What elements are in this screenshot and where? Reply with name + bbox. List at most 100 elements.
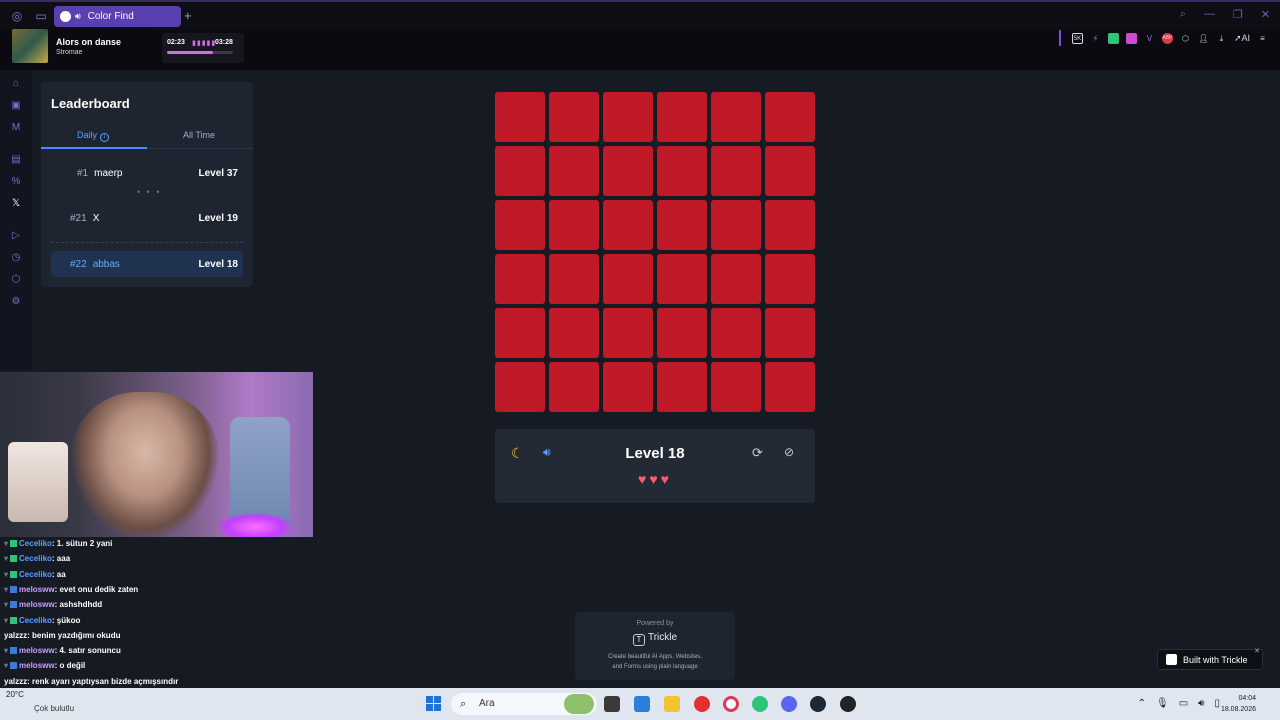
clock[interactable]: 04:04 18.08.2026 [1221,693,1256,715]
ai-button[interactable]: ➚AI [1234,33,1250,44]
tab-all-time[interactable]: All Time [183,130,215,140]
grid-cell[interactable] [603,308,653,358]
grid-cell[interactable] [657,308,707,358]
extension-icon[interactable] [1107,32,1119,44]
x-twitter-icon[interactable]: 𝕏 [10,198,22,210]
widget-icon[interactable] [564,694,594,714]
volume-icon[interactable]: 🔊︎ [1198,698,1204,709]
grid-cell[interactable] [549,200,599,250]
refresh-icon[interactable]: ⟳ [752,445,763,461]
grid-cell[interactable] [657,146,707,196]
grid-cell[interactable] [765,146,815,196]
whatsapp-icon[interactable] [752,696,768,712]
profile-icon[interactable]: 👤︎ [1198,33,1209,44]
close-icon[interactable]: ✕ [1254,647,1260,655]
grid-cell[interactable] [657,92,707,142]
weather-temp[interactable]: 20°C [6,690,24,699]
grid-cell[interactable] [549,146,599,196]
messenger-icon[interactable]: M [10,122,22,134]
rank: #22 [70,258,87,270]
media-progress[interactable]: 02:23 ▮▮▮▮▮ 03:28 [162,33,244,63]
eye-off-icon[interactable]: ⊘ [784,445,794,459]
monitor-icon[interactable]: ▭ [1179,698,1188,709]
grid-cell[interactable] [765,362,815,412]
chevron-up-icon[interactable]: ⌃ [1138,698,1146,709]
grid-cell[interactable] [495,200,545,250]
grid-cell[interactable] [711,308,761,358]
grid-cell[interactable] [549,92,599,142]
media-progress-track[interactable] [167,51,233,54]
file-explorer-icon[interactable] [664,696,680,712]
grid-cell[interactable] [603,254,653,304]
grid-cell[interactable] [657,200,707,250]
chat-username: Ceceliko [19,569,52,579]
menu-icon[interactable]: ≡ [1257,33,1268,44]
built-with-trickle-badge[interactable]: Built with Trickle ✕ [1157,647,1263,670]
info-icon[interactable]: i [100,133,110,142]
grid-cell[interactable] [765,92,815,142]
grid-cell[interactable] [495,254,545,304]
chat-text: : o değil [54,661,86,671]
grid-cell[interactable] [549,308,599,358]
settings-icon[interactable]: ⚙ [10,296,22,308]
opera-gx-logo-icon[interactable]: ◎ [9,8,25,24]
grid-cell[interactable] [765,200,815,250]
youtube-icon[interactable] [694,696,710,712]
minimize-icon[interactable]: — [1204,8,1215,21]
shopping-icon[interactable]: ⌂ [10,78,22,90]
gallery-icon[interactable]: ▣ [10,100,22,112]
grid-cell[interactable] [657,254,707,304]
extension-icon[interactable]: V [1144,33,1155,44]
grid-cell[interactable] [495,362,545,412]
grid-cell[interactable] [549,362,599,412]
grid-cell[interactable] [603,92,653,142]
grid-cell[interactable] [657,362,707,412]
history-icon[interactable]: ◷ [10,252,22,264]
adblock-icon[interactable]: ABP [1161,32,1173,44]
speaker-icon[interactable]: 🔊︎ [75,11,81,22]
extension-icon[interactable]: ⚡︎ [1090,33,1101,44]
opera-icon[interactable] [723,696,739,712]
close-icon[interactable]: ✕ [1261,8,1270,21]
grid-cell[interactable] [495,146,545,196]
discord-icon[interactable] [781,696,797,712]
grid-cell[interactable] [711,92,761,142]
powered-by-card[interactable]: Powered by T Trickle Create beautiful AI … [575,612,735,680]
chat-badge-icon [10,585,18,593]
download-icon[interactable]: ⤓ [1216,33,1227,44]
extensions-side-icon[interactable]: ⬡ [10,274,22,286]
media-player[interactable]: Alors on danse Stromae [12,28,152,64]
grid-cell[interactable] [711,254,761,304]
grid-cell[interactable] [495,308,545,358]
grid-cell[interactable] [765,308,815,358]
app-icon[interactable] [840,696,856,712]
grid-cell[interactable] [603,362,653,412]
task-view-icon[interactable] [604,696,620,712]
tab-daily[interactable]: Daily i [77,130,110,142]
workspace-icon[interactable]: ▭ [33,8,49,24]
new-tab-button[interactable]: + [184,8,192,23]
steam-icon[interactable] [810,696,826,712]
grid-cell[interactable] [603,200,653,250]
extensions-icon[interactable]: ⬡ [1180,33,1191,44]
trickle-logo-icon: T [632,634,645,646]
battery-icon[interactable]: ▯ [1214,698,1220,709]
grid-cell[interactable] [549,254,599,304]
start-button[interactable] [426,696,441,711]
twitch-icon[interactable]: ▤ [10,154,22,166]
grid-cell[interactable] [711,146,761,196]
percent-icon[interactable]: % [10,176,22,188]
maximize-icon[interactable]: ❐ [1233,8,1243,21]
search-icon[interactable]: ⌕ [1180,8,1186,21]
grid-cell[interactable] [711,200,761,250]
microphone-icon[interactable]: 🎙︎ [1156,698,1169,709]
grid-cell[interactable] [495,92,545,142]
extension-icon[interactable]: 5K [1071,32,1083,44]
tab-color-find[interactable]: 🔊︎ Color Find [54,6,181,27]
extension-icon[interactable] [1125,32,1137,44]
grid-cell[interactable] [765,254,815,304]
grid-cell[interactable] [603,146,653,196]
player-icon[interactable]: ▷ [10,230,22,242]
grid-cell[interactable] [711,362,761,412]
outlook-icon[interactable] [634,696,650,712]
